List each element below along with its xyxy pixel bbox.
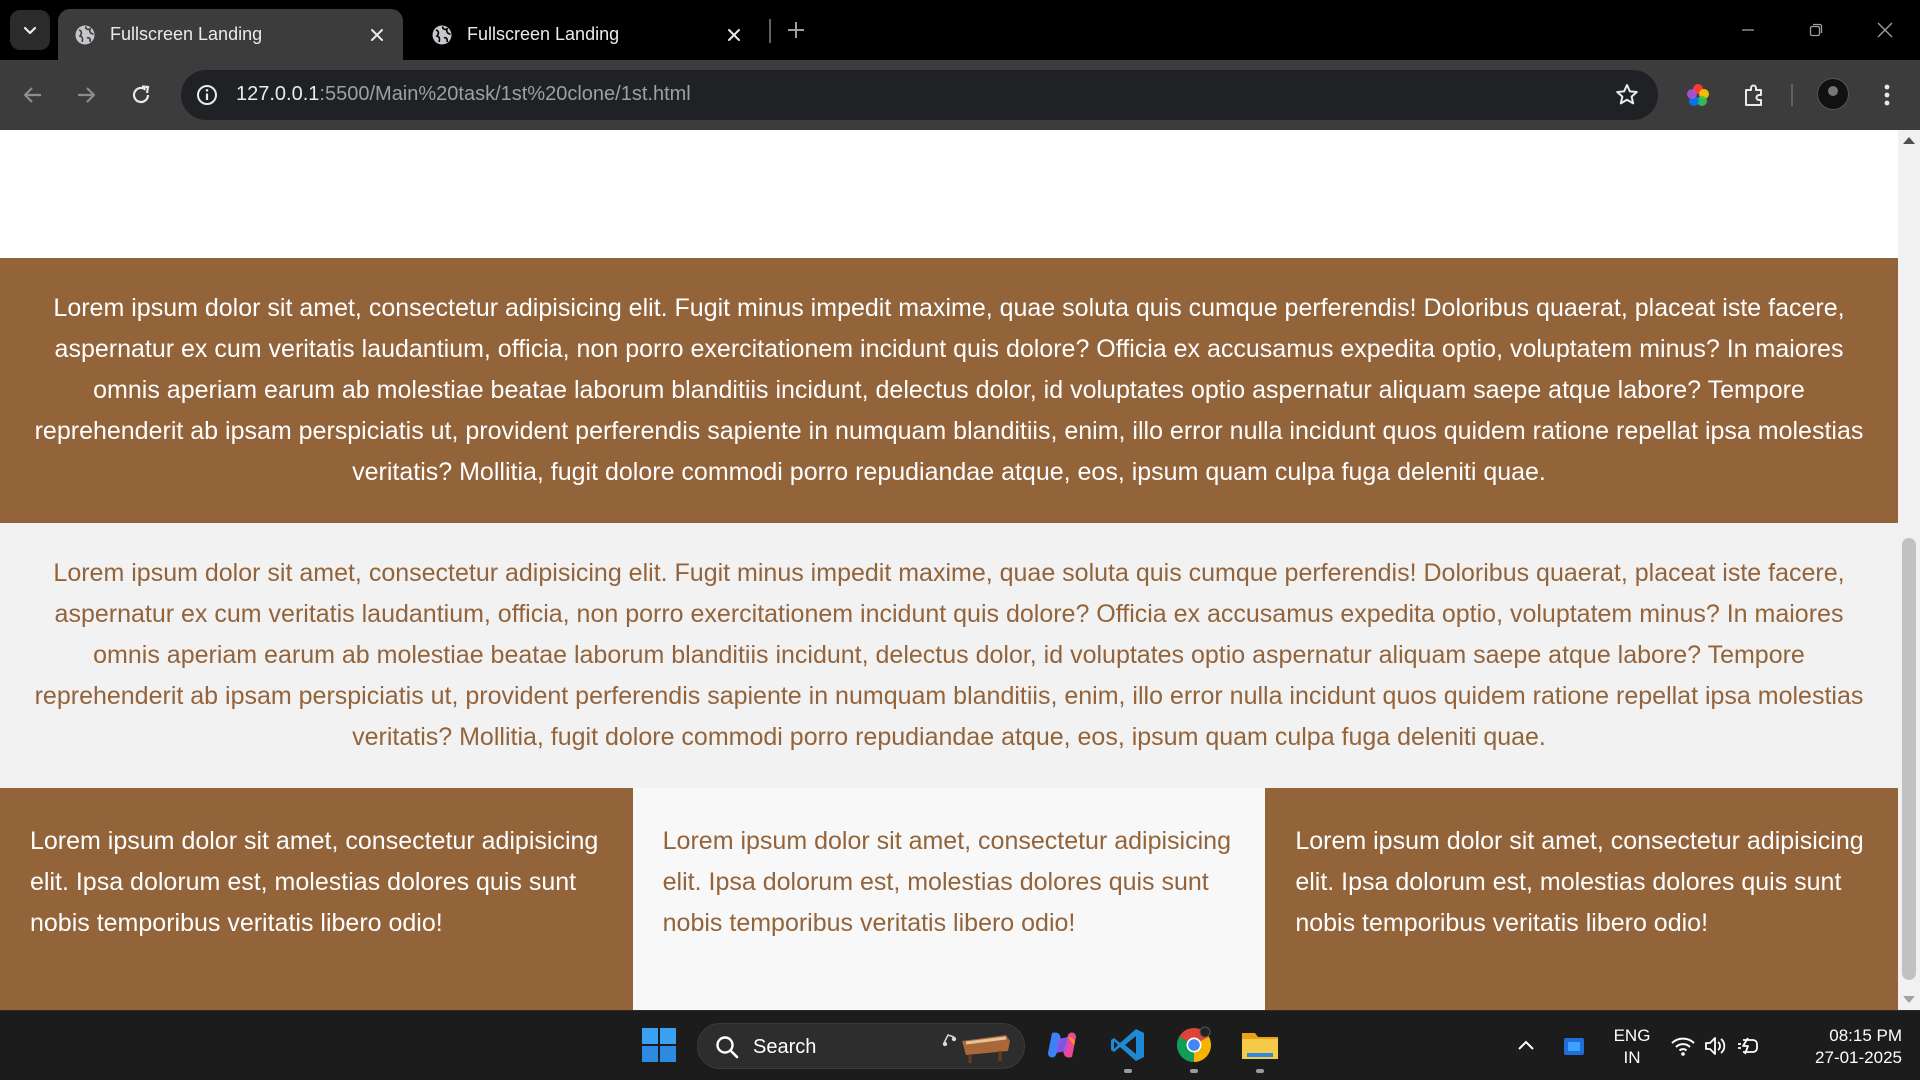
three-column-row: Lorem ipsum dolor sit amet, consectetur … bbox=[0, 788, 1898, 1010]
url-host: 127.0.0.1 bbox=[236, 83, 320, 105]
chrome-icon[interactable] bbox=[1172, 1023, 1216, 1067]
piano-music-icon bbox=[942, 1034, 1010, 1063]
column-paragraph: Lorem ipsum dolor sit amet, consectetur … bbox=[662, 827, 1231, 937]
vscode-logo-icon bbox=[1111, 1029, 1144, 1061]
vscode-icon[interactable] bbox=[1106, 1023, 1150, 1067]
clock[interactable]: 08:15 PM 27-01-2025 bbox=[1790, 1025, 1902, 1069]
puzzle-icon bbox=[1745, 84, 1762, 106]
more-vertical-icon bbox=[1884, 84, 1890, 106]
bookmark-star-icon[interactable] bbox=[1614, 82, 1640, 108]
reload-icon bbox=[132, 85, 150, 104]
folder-icon bbox=[1242, 1033, 1278, 1059]
tab-fullscreen-landing-active[interactable]: Fullscreen Landing bbox=[58, 9, 403, 60]
chevron-up-icon[interactable] bbox=[1513, 1033, 1539, 1059]
tab-search-button[interactable] bbox=[10, 10, 50, 50]
arrow-right-icon bbox=[78, 87, 96, 103]
tab-strip: Fullscreen Landing Fullscreen Landing bbox=[0, 0, 1920, 60]
toolbar-separator bbox=[1791, 84, 1793, 106]
globe-icon bbox=[432, 25, 452, 44]
column-paragraph: Lorem ipsum dolor sit amet, consectetur … bbox=[30, 827, 599, 937]
language-code: ENG bbox=[1613, 1026, 1651, 1045]
band-paragraph: Lorem ipsum dolor sit amet, consectetur … bbox=[34, 559, 1864, 751]
tab-divider bbox=[769, 19, 771, 43]
close-icon bbox=[371, 28, 383, 41]
clock-date: 27-01-2025 bbox=[1815, 1048, 1902, 1067]
back-button[interactable] bbox=[14, 76, 52, 114]
tab-close-button[interactable] bbox=[722, 23, 746, 47]
copilot-icon[interactable] bbox=[1040, 1023, 1084, 1067]
tab-fullscreen-landing[interactable]: Fullscreen Landing bbox=[415, 9, 760, 60]
close-window-button[interactable] bbox=[1865, 10, 1905, 50]
column-1: Lorem ipsum dolor sit amet, consectetur … bbox=[0, 788, 633, 1010]
close-icon bbox=[728, 28, 740, 41]
arrow-left-icon bbox=[23, 87, 41, 103]
search-icon bbox=[716, 1036, 739, 1059]
restore-icon bbox=[1809, 23, 1823, 37]
tab-title: Fullscreen Landing bbox=[110, 24, 263, 44]
globe-icon bbox=[75, 25, 95, 44]
taskbar-search[interactable]: Search bbox=[697, 1023, 1025, 1069]
file-explorer-icon[interactable] bbox=[1238, 1023, 1282, 1067]
running-indicator bbox=[1190, 1069, 1198, 1073]
system-tray[interactable] bbox=[1670, 1031, 1770, 1061]
windows-start-icon[interactable] bbox=[637, 1023, 681, 1067]
column-paragraph: Lorem ipsum dolor sit amet, consectetur … bbox=[1295, 827, 1864, 937]
minimize-icon bbox=[1742, 29, 1754, 31]
info-icon[interactable] bbox=[195, 83, 219, 107]
scrollbar-thumb[interactable] bbox=[1902, 538, 1916, 980]
running-indicator bbox=[1124, 1069, 1132, 1073]
extensions-button[interactable] bbox=[1737, 78, 1771, 112]
tab-title: Fullscreen Landing bbox=[467, 24, 620, 44]
url-text[interactable]: 127.0.0.1:5500/Main%20task/1st%20clone/1… bbox=[236, 83, 691, 106]
page-scrollbar[interactable] bbox=[1898, 130, 1920, 1010]
battery-charging-icon bbox=[1738, 1037, 1758, 1055]
color-extension-icon[interactable] bbox=[1681, 78, 1715, 112]
close-icon bbox=[1877, 22, 1893, 38]
windows-taskbar: Search ENG IN 08:15 PM 27-01-2025 bbox=[0, 1010, 1920, 1080]
scroll-up-arrow[interactable] bbox=[1903, 137, 1915, 144]
menu-button[interactable] bbox=[1870, 78, 1904, 112]
tray-app-icon[interactable] bbox=[1560, 1033, 1588, 1061]
search-label: Search bbox=[753, 1036, 817, 1058]
plus-icon bbox=[788, 22, 804, 38]
restore-button[interactable] bbox=[1796, 10, 1836, 50]
light-text-band: Lorem ipsum dolor sit amet, consectetur … bbox=[0, 523, 1898, 788]
chrome-logo-icon bbox=[1177, 1026, 1211, 1062]
column-3: Lorem ipsum dolor sit amet, consectetur … bbox=[1265, 788, 1898, 1010]
windows-logo-icon bbox=[642, 1028, 676, 1062]
browser-toolbar: 127.0.0.1:5500/Main%20task/1st%20clone/1… bbox=[0, 60, 1920, 130]
minimize-button[interactable] bbox=[1728, 10, 1768, 50]
clock-time: 08:15 PM bbox=[1829, 1026, 1902, 1045]
column-2: Lorem ipsum dolor sit amet, consectetur … bbox=[632, 788, 1266, 1010]
tab-close-button[interactable] bbox=[365, 23, 389, 47]
url-path: :5500/Main%20task/1st%20clone/1st.html bbox=[319, 83, 691, 105]
new-tab-button[interactable] bbox=[780, 14, 812, 46]
reload-button[interactable] bbox=[122, 76, 160, 114]
forward-button[interactable] bbox=[67, 76, 105, 114]
wifi-icon bbox=[1671, 1037, 1695, 1056]
band-paragraph: Lorem ipsum dolor sit amet, consectetur … bbox=[34, 294, 1864, 486]
volume-icon bbox=[1705, 1037, 1726, 1055]
address-bar[interactable]: 127.0.0.1:5500/Main%20task/1st%20clone/1… bbox=[181, 70, 1658, 120]
running-indicator bbox=[1256, 1069, 1264, 1073]
page-viewport: Lorem ipsum dolor sit amet, consectetur … bbox=[0, 130, 1898, 1010]
language-indicator[interactable]: ENG IN bbox=[1612, 1025, 1652, 1069]
copilot-logo-icon bbox=[1048, 1032, 1076, 1058]
profile-avatar[interactable] bbox=[1817, 78, 1849, 110]
region-code: IN bbox=[1623, 1048, 1641, 1067]
chevron-down-icon bbox=[23, 26, 37, 35]
scroll-down-arrow[interactable] bbox=[1903, 996, 1915, 1003]
brown-text-band: Lorem ipsum dolor sit amet, consectetur … bbox=[0, 258, 1898, 523]
color-wheel-icon bbox=[1687, 84, 1709, 106]
